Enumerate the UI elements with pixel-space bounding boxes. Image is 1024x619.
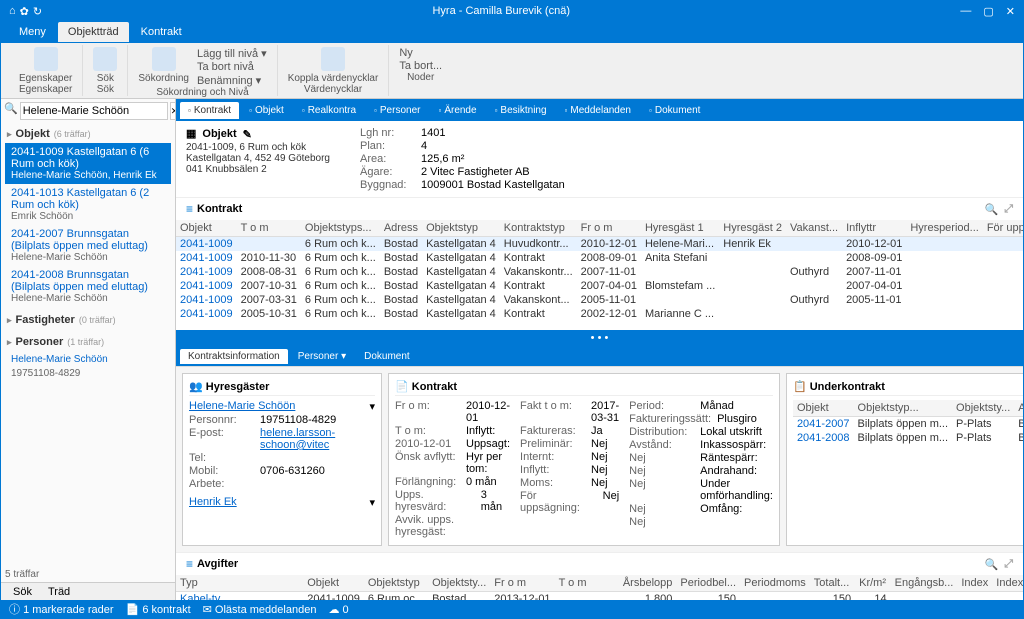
- footer-tab-trad[interactable]: Träd: [40, 584, 78, 600]
- table-row[interactable]: 2041-10092008-08-316 Rum och k...BostadK…: [176, 265, 1023, 279]
- table-row[interactable]: 2041-10096 Rum och k...BostadKastellgata…: [176, 237, 1023, 252]
- sidebar-item[interactable]: 2041-2007 Brunnsgatan (Bilplats öppen me…: [5, 225, 171, 266]
- tab-meddelanden[interactable]: Meddelanden: [557, 102, 639, 119]
- close-button[interactable]: ✕: [1006, 5, 1015, 18]
- ribbon-egenskaper[interactable]: Egenskaper: [19, 47, 72, 84]
- table-row[interactable]: 2041-10092007-03-316 Rum och k...BostadK…: [176, 293, 1023, 307]
- globe-icon: [152, 47, 176, 71]
- maximize-button[interactable]: ▢: [983, 5, 993, 18]
- tab-besiktning[interactable]: Besiktning: [487, 102, 555, 119]
- ribbon-tabort[interactable]: Ta bort nivå: [197, 61, 267, 73]
- table-row[interactable]: Kabel-tv2041-10096 Rum oc...Bostad2013-1…: [176, 592, 1023, 601]
- table-row[interactable]: 2041-10092007-10-316 Rum och k...BostadK…: [176, 279, 1023, 293]
- sidebar-item[interactable]: 2041-1013 Kastellgatan 6 (2 Rum och kök)…: [5, 184, 171, 225]
- sidebar-item[interactable]: 2041-2008 Brunnsgatan (Bilplats öppen me…: [5, 266, 171, 307]
- expand-icon[interactable]: ⤢: [1004, 203, 1013, 216]
- menubar: Meny Objektträd Kontrakt: [1, 21, 1023, 43]
- hg-name[interactable]: Helene-Marie Schöön: [189, 400, 295, 413]
- avgifter-grid[interactable]: TypObjektObjektstypObjektsty...Fr o mT o…: [176, 575, 1023, 600]
- hyresgaster-panel: 👥 Hyresgäster Helene-Marie Schöön ▾ Pers…: [182, 373, 382, 546]
- ribbon-tabort2[interactable]: Ta bort...: [399, 60, 442, 72]
- ribbon-ny[interactable]: Ny: [399, 47, 442, 59]
- search-icon[interactable]: 🔍: [984, 558, 998, 571]
- menu-kontrakt[interactable]: Kontrakt: [131, 22, 192, 42]
- subtab[interactable]: Kontraktsinformation: [180, 349, 288, 364]
- result-count: 5 träffar: [1, 567, 175, 582]
- expand-icon[interactable]: ⤢: [1004, 558, 1013, 571]
- window-title: Hyra - Camilla Burevik (cnä): [432, 5, 570, 17]
- sidebar-item[interactable]: 2041-1009 Kastellgatan 6 (6 Rum och kök)…: [5, 143, 171, 184]
- kontrakt-panel: 📄 Kontrakt Fr o m:2010-12-01T o m:Inflyt…: [388, 373, 780, 546]
- ribbon-benamning[interactable]: Benämning ▾: [197, 74, 267, 87]
- minimize-button[interactable]: —: [960, 5, 971, 18]
- titlebar: ⌂ ✿ ↻ Hyra - Camilla Burevik (cnä) — ▢ ✕: [1, 1, 1023, 21]
- home-icon[interactable]: ⌂: [9, 5, 16, 18]
- side-objekt-header[interactable]: Objekt (6 träffar): [5, 125, 171, 143]
- kontrakt-grid[interactable]: ObjektT o mObjektstyps...AdressObjektsty…: [176, 220, 1023, 330]
- ribbon-lagg[interactable]: Lägg till nivå ▾: [197, 47, 267, 60]
- tab-objekt[interactable]: Objekt: [241, 102, 292, 119]
- tab-ärende[interactable]: Ärende: [430, 102, 484, 119]
- objekt-header: ▦Objekt✎ 2041-1009, 6 Rum och kök Kastel…: [176, 121, 1023, 197]
- ribbon-sok[interactable]: Sök: [93, 47, 117, 84]
- content-tabbar: KontraktObjektRealkontraPersonerÄrendeBe…: [176, 99, 1023, 121]
- menu-meny[interactable]: Meny: [9, 22, 56, 42]
- search-input[interactable]: [20, 102, 168, 120]
- search-glass-icon: 🔍: [4, 102, 18, 120]
- tab-personer[interactable]: Personer: [366, 102, 428, 119]
- subtab[interactable]: Personer ▾: [290, 349, 354, 364]
- side-person[interactable]: Helene-Marie Schöön: [5, 351, 171, 368]
- search-icon: [93, 47, 117, 71]
- hg-email[interactable]: helene.larsson-schoon@vitec: [260, 427, 375, 451]
- table-row[interactable]: 2041-10092010-11-306 Rum och k...BostadK…: [176, 251, 1023, 265]
- gear-icon[interactable]: ✿: [20, 5, 29, 18]
- properties-icon: [34, 47, 58, 71]
- side-personer-header[interactable]: Personer (1 träffar): [5, 333, 171, 351]
- table-row[interactable]: 2041-10092005-10-316 Rum och k...BostadK…: [176, 307, 1023, 321]
- footer-tab-sok[interactable]: Sök: [5, 584, 40, 600]
- tab-kontrakt[interactable]: Kontrakt: [180, 102, 239, 119]
- table-row[interactable]: 2041-2007Bilplats öppen m...P-PlatsBrunn…: [793, 417, 1023, 432]
- table-row[interactable]: 2041-2008Bilplats öppen m...P-PlatsBrunn…: [793, 431, 1023, 445]
- ribbon-sokordning[interactable]: Sökordning: [138, 47, 189, 87]
- edit-icon[interactable]: ✎: [243, 128, 255, 140]
- tab-dokument[interactable]: Dokument: [641, 102, 708, 119]
- sidebar: 🔍 ✕ ▸ Objekt (6 träffar) 2041-1009 Kaste…: [1, 99, 176, 600]
- tab-realkontra[interactable]: Realkontra: [294, 102, 364, 119]
- statusbar: ⓘ 1 markerade rader 📄 6 kontrakt ✉ Oläst…: [1, 600, 1023, 618]
- subtab[interactable]: Dokument: [356, 349, 418, 364]
- hg-henrik[interactable]: Henrik Ek: [189, 496, 237, 509]
- underkontrakt-panel: 📋 Underkontrakt ObjektObjektstyp...Objek…: [786, 373, 1023, 546]
- kontrakt-section-title: Kontrakt 🔍⤢: [176, 197, 1023, 220]
- menu-objekttrad[interactable]: Objektträd: [58, 22, 129, 42]
- ribbon: Egenskaper Egenskaper Sök Sök Sökordning…: [1, 43, 1023, 99]
- avgifter-section-title: Avgifter 🔍⤢: [176, 552, 1023, 575]
- ribbon-koppla[interactable]: Koppla värdenycklar: [288, 47, 379, 84]
- search-icon[interactable]: 🔍: [984, 203, 998, 216]
- objekt-icon: ▦: [186, 127, 196, 140]
- side-fastigheter-header[interactable]: Fastigheter (0 träffar): [5, 311, 171, 329]
- refresh-icon[interactable]: ↻: [33, 5, 42, 18]
- sub-tabbar: KontraktsinformationPersoner ▾Dokument: [176, 346, 1023, 366]
- link-icon: [321, 47, 345, 71]
